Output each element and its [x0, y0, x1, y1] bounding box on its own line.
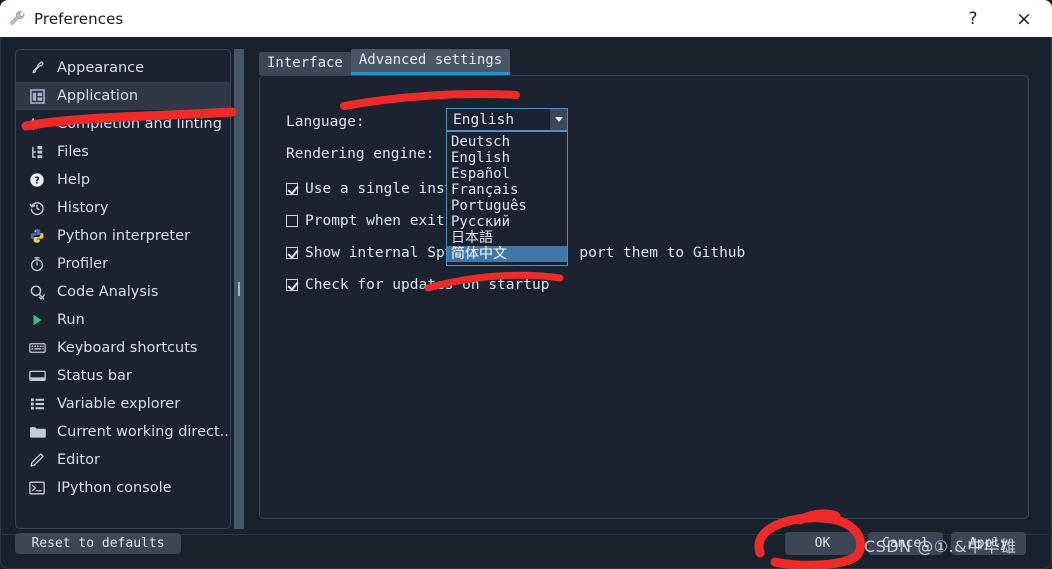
- sidebar-item-variable-explorer[interactable]: Variable explorer: [16, 390, 230, 418]
- dropdown-option-3[interactable]: Français: [447, 182, 567, 198]
- checkbox-internal-errors[interactable]: [286, 247, 298, 259]
- sidebar-item-label: Variable explorer: [57, 396, 181, 412]
- dropdown-option-5[interactable]: Русский: [447, 214, 567, 230]
- list-icon: [26, 394, 48, 414]
- sidebar-item-application[interactable]: Application: [16, 82, 230, 110]
- sidebar-item-label: Run: [57, 312, 85, 328]
- application-grid-icon: [26, 86, 48, 106]
- reset-to-defaults-button[interactable]: Reset to defaults: [15, 533, 181, 554]
- checkbox-check-updates[interactable]: [286, 279, 298, 291]
- panel-splitter[interactable]: [234, 49, 244, 529]
- terminal-icon: [26, 478, 48, 498]
- wrench-icon: [0, 0, 34, 37]
- sidebar-item-editor[interactable]: Editor: [16, 446, 230, 474]
- rendering-engine-label: Rendering engine:: [286, 146, 435, 162]
- checkbox-single-instance[interactable]: [286, 183, 298, 195]
- pencil-icon: [26, 450, 48, 470]
- dropdown-option-6[interactable]: 日本語: [447, 230, 567, 246]
- sidebar-item-label: Appearance: [57, 60, 145, 76]
- tab-advanced-settings[interactable]: Advanced settings: [350, 49, 511, 75]
- folder-icon: [26, 422, 48, 442]
- file-tree-icon: [26, 142, 48, 162]
- clock-back-icon: [26, 198, 48, 218]
- question-circle-icon: ?: [26, 170, 48, 190]
- dropdown-option-7[interactable]: 简体中文: [447, 246, 567, 262]
- checkbox-label-single-instance: Use a single inst: [305, 181, 454, 197]
- sidebar-item-label: Keyboard shortcuts: [57, 340, 198, 356]
- language-row: Language:: [286, 114, 442, 130]
- tab-interface[interactable]: Interface: [259, 52, 351, 75]
- checkbox-prompt-exit[interactable]: [286, 215, 298, 227]
- dropdown-option-0[interactable]: Deutsch: [447, 134, 567, 150]
- title-bar: Preferences ? ×: [0, 0, 1052, 37]
- sidebar-item-run[interactable]: Run: [16, 306, 230, 334]
- status-bar-icon: [26, 366, 48, 386]
- sidebar-item-files[interactable]: Files: [16, 138, 230, 166]
- checkbox-label-check-updates: Check for updates on startup: [305, 277, 550, 293]
- sidebar-item-code-analysis[interactable]: Code Analysis: [16, 278, 230, 306]
- dropdown-option-1[interactable]: English: [447, 150, 567, 166]
- window-title: Preferences: [34, 9, 124, 28]
- sidebar-item-label: Profiler: [57, 256, 109, 272]
- sidebar-item-help[interactable]: ? Help: [16, 166, 230, 194]
- sidebar-item-label: Code Analysis: [57, 284, 159, 300]
- sidebar-item-current-working-direct[interactable]: Current working direct...: [16, 418, 230, 446]
- sidebar-item-status-bar[interactable]: Status bar: [16, 362, 230, 390]
- sidebar-item-python-interpreter[interactable]: Python interpreter: [16, 222, 230, 250]
- close-button[interactable]: ×: [996, 0, 1052, 37]
- checkbox-row-prompt-exit[interactable]: Prompt when exiti: [286, 213, 453, 229]
- eyedropper-icon: [26, 58, 48, 78]
- svg-text:?: ?: [34, 176, 40, 187]
- sidebar-item-label: History: [57, 200, 109, 216]
- sidebar-item-label: Application: [57, 88, 139, 104]
- check-arrow-icon: [26, 114, 48, 134]
- checkbox-label-internal-errors-tail: port them to Github: [579, 245, 746, 261]
- sidebar-item-label: Help: [57, 172, 91, 188]
- sidebar-item-label: IPython console: [57, 480, 172, 496]
- checkbox-row-check-updates[interactable]: Check for updates on startup: [286, 277, 549, 293]
- tab-bar[interactable]: Interface Advanced settings: [259, 49, 511, 75]
- magnifier-check-icon: [26, 282, 48, 302]
- sidebar-item-ipython-console[interactable]: IPython console: [16, 474, 230, 502]
- sidebar-item-history[interactable]: History: [16, 194, 230, 222]
- language-label: Language:: [286, 114, 365, 130]
- language-combobox-value: English: [453, 111, 515, 128]
- ok-button[interactable]: OK: [785, 532, 860, 555]
- dropdown-option-4[interactable]: Português: [447, 198, 567, 214]
- checkbox-row-single-instance[interactable]: Use a single inst: [286, 181, 453, 197]
- language-combobox[interactable]: English: [446, 108, 568, 131]
- sidebar-item-label: Editor: [57, 452, 100, 468]
- sidebar-item-keyboard-shortcuts[interactable]: Keyboard shortcuts: [16, 334, 230, 362]
- sidebar-item-completion-and-linting[interactable]: Completion and linting: [16, 110, 230, 138]
- settings-panel: Language: Rendering engine: Use a single…: [259, 75, 1029, 519]
- chevron-down-icon[interactable]: [550, 109, 567, 130]
- dialog-body: Appearance Application Completion and lint…: [0, 37, 1052, 569]
- sidebar-item-label: Files: [57, 144, 89, 160]
- preferences-dialog: Preferences ? × Appearance Application Com…: [0, 0, 1052, 569]
- checkbox-label-internal-errors: Show internal Spy: [305, 245, 454, 261]
- sidebar-item-appearance[interactable]: Appearance: [16, 54, 230, 82]
- keyboard-icon: [26, 338, 48, 358]
- sidebar-item-label: Completion and linting: [57, 116, 222, 132]
- sidebar-item-profiler[interactable]: Profiler: [16, 250, 230, 278]
- csdn-watermark: CSDN @①.&中华雄: [864, 537, 1017, 556]
- python-icon: [26, 226, 48, 246]
- stopwatch-icon: [26, 254, 48, 274]
- sidebar-item-label: Status bar: [57, 368, 132, 384]
- checkbox-label-prompt-exit: Prompt when exiti: [305, 213, 454, 229]
- sidebar-item-label: Current working direct...: [57, 424, 231, 440]
- dropdown-option-2[interactable]: Español: [447, 166, 567, 182]
- sidebar-item-label: Python interpreter: [57, 228, 190, 244]
- play-triangle-icon: [26, 310, 48, 330]
- help-button[interactable]: ?: [950, 0, 996, 37]
- language-dropdown-list[interactable]: Deutsch English Español Français Português Ру…: [446, 131, 568, 266]
- rendering-engine-row: Rendering engine:: [286, 146, 442, 162]
- settings-sidebar[interactable]: Appearance Application Completion and lint…: [15, 49, 231, 529]
- settings-main-area: Interface Advanced settings Language: Ren…: [251, 49, 1039, 529]
